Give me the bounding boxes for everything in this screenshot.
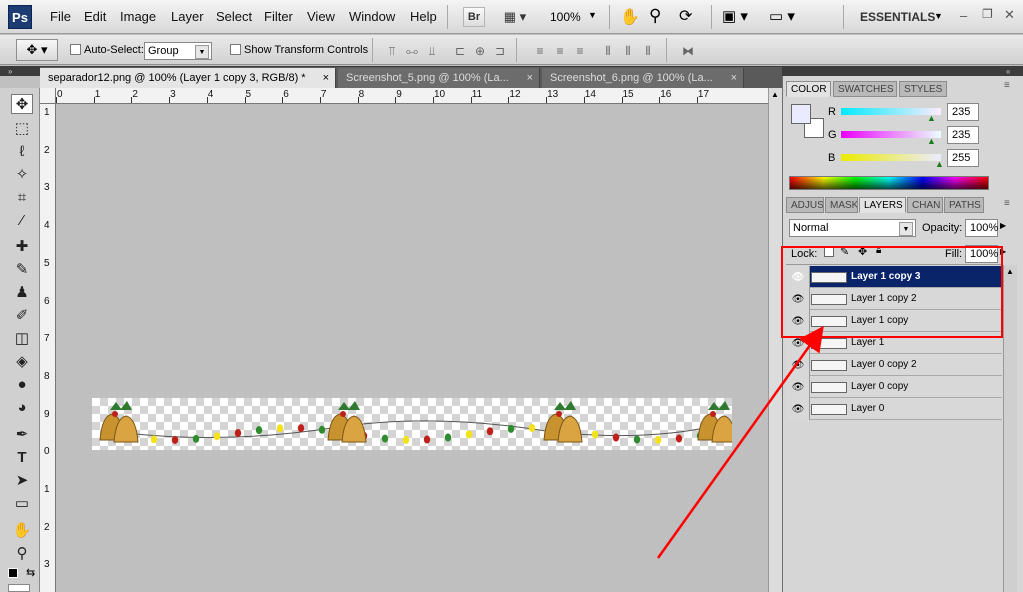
- annotation-arrow: [656, 325, 824, 559]
- foreground-color-swatch[interactable]: [791, 104, 811, 124]
